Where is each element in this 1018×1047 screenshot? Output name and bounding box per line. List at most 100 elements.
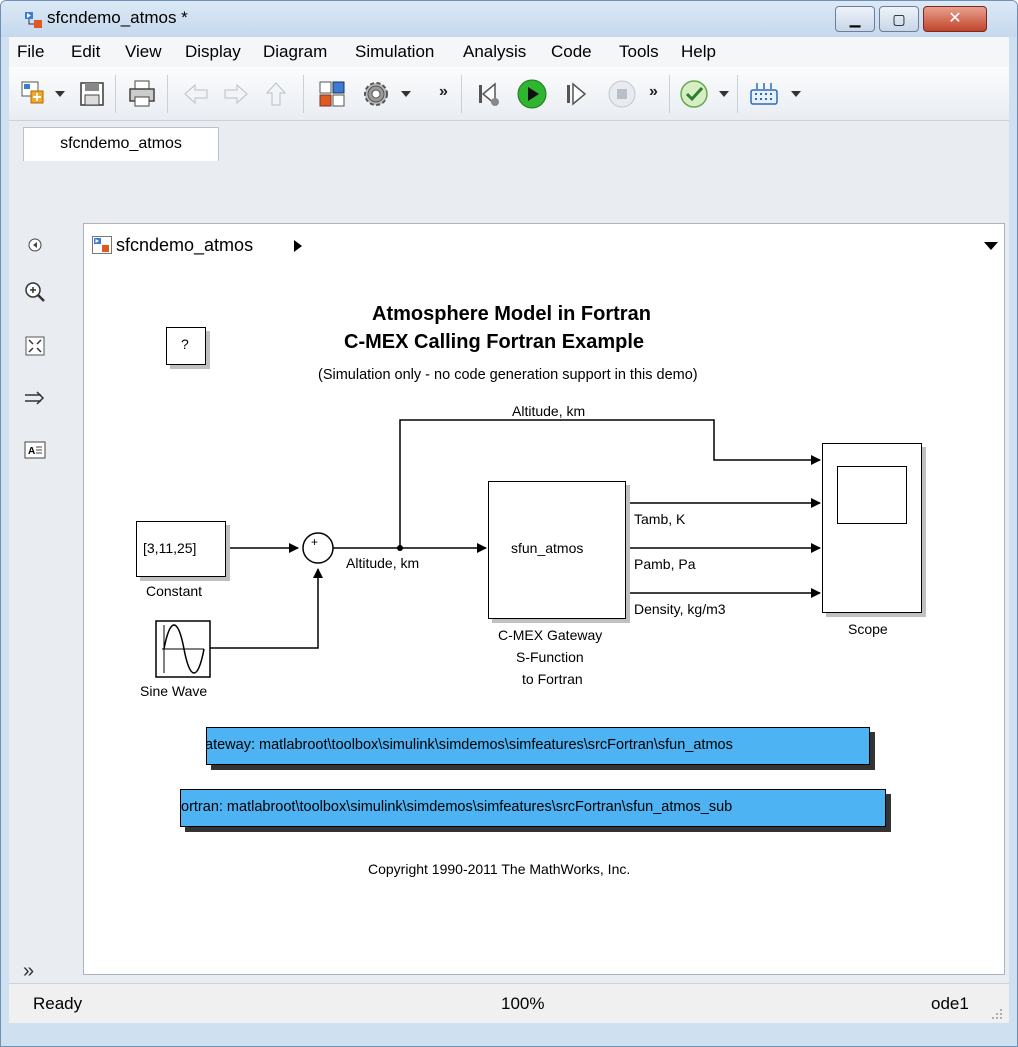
menu-simulation[interactable]: Simulation [355, 42, 434, 62]
save-button[interactable] [75, 77, 109, 111]
menu-view[interactable]: View [125, 42, 162, 62]
toolbar: » » [9, 67, 1009, 121]
address-dropdown-icon[interactable] [984, 242, 998, 250]
fit-to-view-icon [25, 336, 45, 356]
model-advisor-button[interactable] [677, 77, 711, 111]
simulink-model-icon [25, 12, 42, 28]
resize-grip-icon[interactable] [991, 1008, 1003, 1020]
up-icon [265, 82, 287, 106]
palette-bar: A » [9, 221, 79, 983]
status-bar: Ready 100% ode1 [9, 983, 1009, 1023]
tab-label: sfcndemo_atmos [60, 135, 182, 152]
step-back-button[interactable] [471, 77, 505, 111]
sfun-caption-2: S-Function [516, 649, 584, 665]
status-text: Ready [33, 994, 83, 1013]
settings-gear-icon [364, 82, 388, 106]
toolbar-overflow-2-icon[interactable]: » [649, 83, 658, 101]
back-icon [184, 83, 208, 105]
new-model-button[interactable] [17, 77, 51, 111]
arrow-right-lines-icon [25, 391, 45, 405]
library-browser-icon [319, 81, 345, 107]
gateway-source-link[interactable]: ateway: matlabroot\toolbox\simulink\simd… [206, 727, 870, 765]
step-forward-button[interactable] [559, 77, 593, 111]
scope-screen [837, 466, 907, 524]
keyboard-button[interactable] [747, 77, 781, 111]
back-button[interactable] [179, 77, 213, 111]
run-button[interactable] [515, 77, 549, 111]
menu-bar: File Edit View Display Diagram Simulatio… [9, 37, 1009, 67]
annotation-icon: A [24, 441, 46, 459]
print-icon [129, 80, 155, 107]
svg-text:A: A [28, 446, 35, 457]
menu-help[interactable]: Help [681, 42, 716, 62]
window-bottom-frame [1, 1023, 1017, 1046]
close-button[interactable]: ✕ [923, 6, 987, 32]
sfun-caption-1: C-MEX Gateway [498, 627, 603, 643]
toolbar-overflow-icon[interactable]: » [439, 83, 448, 101]
menu-edit[interactable]: Edit [71, 42, 100, 62]
menu-code[interactable]: Code [551, 42, 592, 62]
sine-wave-block[interactable] [156, 621, 210, 677]
solver-name[interactable]: ode1 [931, 994, 969, 1014]
tab-strip: sfcndemo_atmos [9, 121, 1009, 161]
fortran-source-link[interactable]: ortran: matlabroot\toolbox\simulink\simd… [180, 789, 886, 827]
print-button[interactable] [125, 77, 159, 111]
fortran-source-text: ortran: matlabroot\toolbox\simulink\simd… [181, 799, 733, 815]
constant-block[interactable]: [3,11,25] [136, 521, 226, 577]
tamb-label: Tamb, K [634, 511, 686, 527]
zoom-level: 100% [501, 994, 545, 1013]
step-forward-icon [567, 82, 587, 106]
new-dropdown-arrow-icon[interactable] [55, 91, 65, 97]
menu-display[interactable]: Display [185, 42, 241, 62]
menu-analysis[interactable]: Analysis [463, 42, 526, 62]
annotation-button[interactable]: A [23, 439, 47, 461]
sum-block-signs: + [311, 535, 319, 549]
minimize-button[interactable]: ▁ [835, 6, 875, 32]
keyboard-icon [750, 83, 778, 105]
maximize-icon: ▢ [892, 11, 906, 27]
stop-icon [608, 80, 636, 108]
sine-wave-label: Sine Wave [140, 683, 208, 699]
constant-value: [3,11,25] [143, 540, 197, 556]
sfun-caption-3: to Fortran [522, 671, 583, 687]
maximize-button[interactable]: ▢ [879, 6, 919, 32]
density-label: Density, kg/m3 [634, 601, 726, 617]
close-icon: ✕ [948, 10, 962, 27]
forward-button[interactable] [219, 77, 253, 111]
breadcrumb-model[interactable]: sfcndemo_atmos [116, 235, 253, 256]
check-icon [680, 80, 708, 108]
library-browser-button[interactable] [315, 77, 349, 111]
settings-dropdown-arrow-icon[interactable] [401, 91, 411, 97]
scope-block[interactable] [822, 443, 922, 613]
menu-diagram[interactable]: Diagram [263, 42, 327, 62]
sfun-atmos-block[interactable]: sfun_atmos [488, 481, 626, 619]
advisor-dropdown-arrow-icon[interactable] [719, 91, 729, 97]
step-back-icon [479, 82, 499, 106]
sfun-name: sfun_atmos [511, 540, 584, 556]
forward-icon [224, 83, 248, 105]
menu-file[interactable]: File [17, 42, 44, 62]
zoom-icon [25, 282, 45, 302]
signal-connect-button[interactable] [23, 387, 47, 409]
constant-label: Constant [146, 583, 203, 599]
pamb-label: Pamb, Pa [634, 556, 696, 572]
model-settings-button[interactable] [359, 77, 393, 111]
address-bar[interactable]: sfcndemo_atmos [83, 223, 1005, 267]
keyboard-dropdown-arrow-icon[interactable] [791, 91, 801, 97]
scope-label: Scope [848, 621, 888, 637]
menu-tools[interactable]: Tools [619, 42, 659, 62]
zoom-button[interactable] [23, 281, 47, 303]
copyright-note: Copyright 1990-2011 The MathWorks, Inc. [368, 861, 631, 877]
window-title: sfcndemo_atmos * [47, 8, 188, 27]
fit-to-view-button[interactable] [23, 335, 47, 357]
top-signal-label: Altitude, km [512, 403, 586, 419]
simulink-window: sfcndemo_atmos * ▁ ▢ ✕ File Edit View Di… [0, 0, 1018, 1047]
stop-button[interactable] [605, 77, 639, 111]
save-icon [80, 82, 104, 106]
expand-palette-icon[interactable]: » [23, 961, 47, 983]
model-canvas[interactable]: Atmosphere Model in Fortran C-MEX Callin… [83, 265, 1005, 975]
minimize-icon: ▁ [849, 11, 861, 27]
title-bar: sfcndemo_atmos * ▁ ▢ ✕ [1, 1, 1017, 37]
up-button[interactable] [259, 77, 293, 111]
tab-sfcndemo-atmos[interactable]: sfcndemo_atmos [23, 127, 219, 161]
